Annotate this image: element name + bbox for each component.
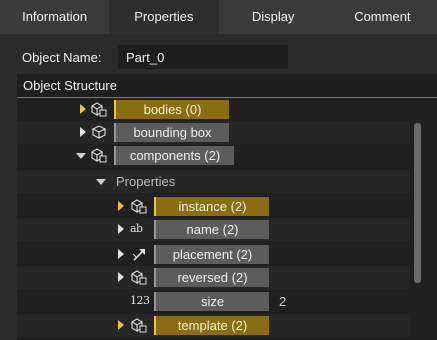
tree-row-components[interactable]: components (2): [17, 144, 410, 167]
expand-arrow-icon[interactable]: [118, 249, 124, 259]
tree-row-value: 2: [279, 294, 287, 309]
tab-display[interactable]: Display: [219, 0, 328, 34]
tree-row-label: components (2): [114, 146, 234, 165]
node-set-icon: [91, 101, 107, 117]
group-label: Properties: [116, 174, 176, 189]
tree-row-label: instance (2): [154, 197, 269, 216]
tree-scrollbar[interactable]: [414, 123, 421, 283]
node-set-icon: [91, 147, 107, 163]
tree-row-bodies[interactable]: bodies (0): [17, 98, 410, 121]
tree-row-size[interactable]: 123 size 2: [17, 290, 410, 313]
tree-row-label: template (2): [154, 316, 269, 335]
object-name-field[interactable]: [118, 45, 288, 69]
collapse-arrow-icon[interactable]: [96, 179, 106, 185]
tab-comment[interactable]: Comment: [328, 0, 437, 34]
tree-row-placement[interactable]: placement (2): [17, 243, 410, 266]
placement-arrow-icon: [131, 246, 147, 262]
expand-arrow-icon[interactable]: [118, 320, 124, 330]
expand-arrow-icon[interactable]: [118, 201, 124, 211]
object-structure-tree: bodies (0) bounding box components (2) P…: [17, 98, 437, 340]
tree-row-label: placement (2): [154, 245, 269, 264]
expand-arrow-icon[interactable]: [80, 127, 86, 137]
object-structure-header: Object Structure: [17, 74, 437, 98]
tree-row-reversed[interactable]: reversed (2): [17, 266, 410, 289]
tree-row-label: size: [154, 292, 269, 311]
text-icon: ab: [130, 222, 143, 235]
tab-information[interactable]: Information: [0, 0, 109, 34]
tab-bar: Information Properties Display Comment: [0, 0, 437, 34]
node-set-icon: [131, 317, 147, 333]
expand-arrow-icon[interactable]: [118, 272, 124, 282]
tree-row-label: bodies (0): [114, 100, 229, 119]
expand-arrow-icon[interactable]: [80, 104, 86, 114]
expand-arrow-icon[interactable]: [118, 224, 124, 234]
node-set-icon: [131, 269, 147, 285]
tree-row-template[interactable]: template (2): [17, 314, 410, 337]
tree-row-instance[interactable]: instance (2): [17, 195, 410, 218]
node-set-icon: [131, 198, 147, 214]
tree-row-label: reversed (2): [154, 268, 269, 287]
tree-row-label: bounding box: [114, 123, 229, 142]
tree-row-label: name (2): [154, 220, 269, 239]
tree-row-name[interactable]: ab name (2): [17, 218, 410, 241]
number-icon: 123: [130, 294, 150, 307]
object-name-label: Object Name:: [22, 50, 102, 65]
tab-properties[interactable]: Properties: [109, 0, 219, 34]
tree-row-bounding-box[interactable]: bounding box: [17, 121, 410, 144]
box-icon: [91, 124, 107, 140]
collapse-arrow-icon[interactable]: [76, 153, 86, 159]
tree-group-properties[interactable]: Properties: [17, 170, 410, 193]
